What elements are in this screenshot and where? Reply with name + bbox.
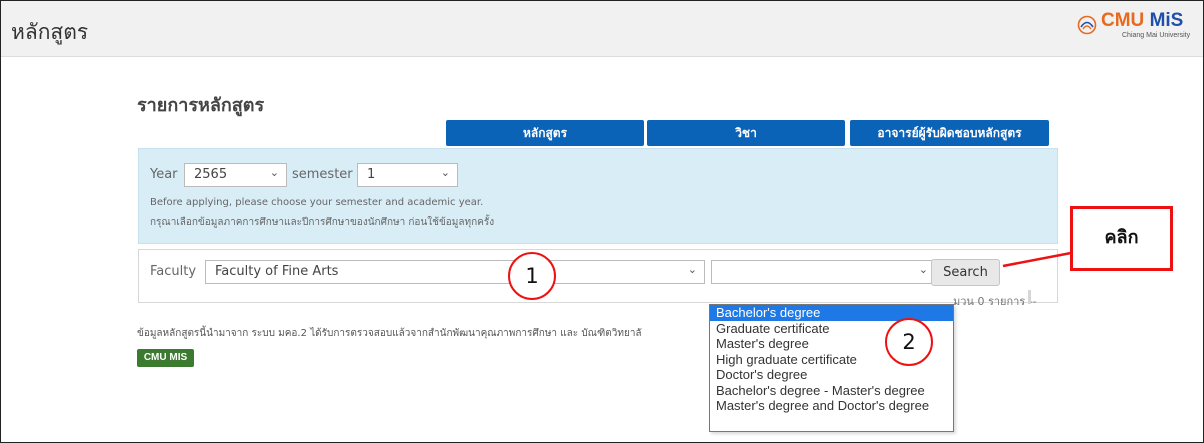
step-marker-1: 1 <box>508 252 556 300</box>
callout-connector <box>1002 251 1072 268</box>
click-callout: คลิก <box>1070 206 1173 271</box>
step-marker-2: 2 <box>885 318 933 366</box>
